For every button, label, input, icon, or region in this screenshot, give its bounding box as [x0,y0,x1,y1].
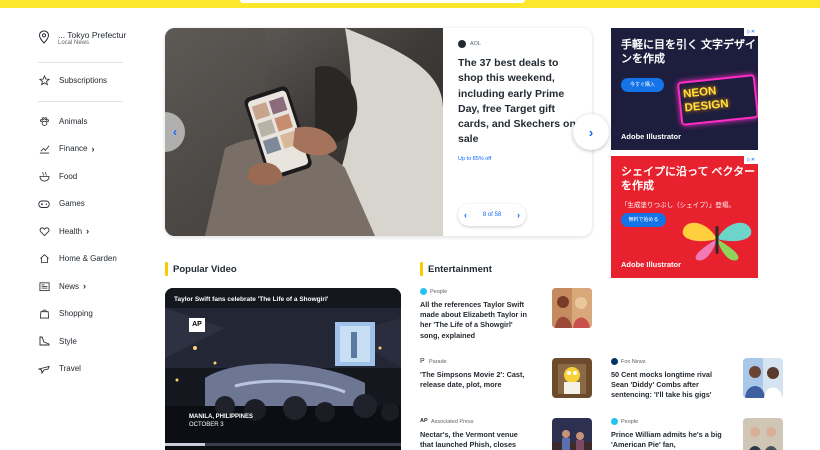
bag-icon [38,308,50,320]
chevron-right-icon: › [91,143,95,154]
article-thumbnail[interactable] [743,418,783,450]
article-source: Fox News [621,358,646,365]
parade-logo-icon: P [420,358,426,365]
article-title[interactable]: All the references Taylor Swift made abo… [420,300,532,341]
ad-banner-illustrator-neon[interactable]: ▷✕ 手軽に目を引く 文字デザインを作成 今すぐ購入 NEON DESIGN A… [611,28,758,150]
sidebar-item-label: Travel [59,364,81,374]
article-source: People [430,288,448,295]
sidebar-item-news[interactable]: News › [38,273,133,301]
butterfly-graphic [677,216,757,267]
ad-cta-button[interactable]: 無料で始める [621,213,666,227]
video-date-caption: OCTOBER 3 [189,422,224,428]
house-icon [38,253,50,265]
ad-brand: Adobe Illustrator [621,260,682,269]
sidebar-item-travel[interactable]: Travel [38,355,133,383]
sidebar-item-label: Food [59,171,78,181]
aol-logo-icon [458,40,466,48]
pager-prev-button[interactable]: ‹ [464,210,467,220]
sidebar-item-label: Shopping [59,309,93,319]
article-thumbnail[interactable] [743,358,783,398]
article-source: Associated Press [431,418,474,425]
bowl-icon [38,170,50,182]
section-title: Popular Video [173,263,237,275]
people-logo-icon [611,418,618,425]
newspaper-icon [38,280,50,292]
article-thumbnail[interactable] [552,418,592,450]
location-pin-icon [38,30,50,49]
heart-icon [38,225,50,237]
sidebar-item-label: Finance [59,144,88,154]
sidebar-item-subscriptions[interactable]: Subscriptions [38,67,133,95]
ad-cta-button[interactable]: 今すぐ購入 [621,78,664,92]
adchoices-icon[interactable]: ▷✕ [744,28,758,36]
chevron-right-icon: › [83,281,87,292]
sidebar-item-label: Animals [59,116,88,126]
neon-sign-graphic: NEON DESIGN [676,74,758,126]
sidebar-item-style[interactable]: Style [38,328,133,356]
ap-logo-icon: AP [420,418,428,425]
section-title: Entertainment [428,263,492,275]
sidebar-item-games[interactable]: Games [38,190,133,218]
sidebar-divider [38,100,123,102]
ad-headline: シェイプに沿って ベクターを作成 [621,166,756,192]
chart-icon [38,143,50,155]
sidebar: ... Tokyo Prefectur Local News Subscript… [38,30,133,383]
adchoices-icon[interactable]: ▷✕ [744,156,758,164]
plane-icon [38,363,50,375]
sidebar-item-shopping[interactable]: Shopping [38,300,133,328]
sidebar-item-health[interactable]: Health › [38,218,133,246]
sidebar-item-label: News [59,281,80,291]
section-header-popular-video: Popular Video [165,262,237,276]
video-player[interactable]: Taylor Swift fans celebrate 'The Life of… [165,288,401,450]
sidebar-item-label: Health [59,226,83,236]
sidebar-item-label: Style [59,336,77,346]
hero-subtitle: Up to 85% off [458,155,492,162]
article-thumbnail[interactable] [552,288,592,328]
carousel-next-button[interactable]: › [573,114,609,150]
chevron-right-icon: › [86,226,90,237]
ad-subtext: 「生成塗りつぶし（シェイプ）」登場。 [621,202,735,209]
ap-logo-icon: AP [189,318,205,332]
fox-news-logo-icon [611,358,618,365]
article-source: Parade [429,358,447,365]
hero-headline[interactable]: The 37 best deals to shop this weekend, … [458,56,583,148]
sidebar-item-label: Games [59,199,85,209]
article-title[interactable]: Prince William admits he's a big 'Americ… [611,430,723,450]
article-thumbnail[interactable] [552,358,592,398]
carousel-pager: ‹ 8 of 58 › [458,204,526,226]
sidebar-item-label: Home & Garden [59,254,117,264]
video-location-caption: MANILA, PHILIPPINES [189,414,254,420]
hero-image [165,28,443,236]
hero-carousel-card[interactable]: AOL The 37 best deals to shop this weeke… [165,28,592,236]
sidebar-item-food[interactable]: Food [38,163,133,191]
article-title[interactable]: 'The Simpsons Movie 2': Cast, release da… [420,370,532,390]
location-name: ... Tokyo Prefectur [58,30,127,40]
pager-next-button[interactable]: › [517,210,520,220]
sidebar-item-finance[interactable]: Finance › [38,135,133,163]
sidebar-item-label: Subscriptions [59,76,108,86]
sidebar-item-home-garden[interactable]: Home & Garden [38,245,133,273]
paw-icon [38,115,50,127]
location-selector[interactable]: ... Tokyo Prefectur Local News [38,30,133,58]
search-bar-edge[interactable] [240,0,525,3]
hero-source: AOL [470,41,482,47]
sidebar-divider [38,62,123,63]
people-logo-icon [420,288,427,295]
article-title[interactable]: Nectar's, the Vermont venue that launche… [420,430,532,450]
sidebar-item-animals[interactable]: Animals [38,108,133,136]
gamepad-icon [38,198,50,210]
shoe-icon [38,335,50,347]
article-title[interactable]: 50 Cent mocks longtime rival Sean 'Diddy… [611,370,723,401]
ad-headline: 手軽に目を引く 文字デザインを作成 [621,39,757,65]
video-title[interactable]: Taylor Swift fans celebrate 'The Life of… [174,296,328,303]
pager-count: 8 of 58 [482,212,502,218]
ad-banner-illustrator-shape[interactable]: ▷✕ シェイプに沿って ベクターを作成 「生成塗りつぶし（シェイプ）」登場。 無… [611,156,758,278]
ad-brand: Adobe Illustrator [621,132,682,141]
article-source: People [621,418,639,425]
location-sub: Local News [58,40,90,46]
star-icon [38,75,50,87]
section-header-entertainment: Entertainment [420,262,492,276]
